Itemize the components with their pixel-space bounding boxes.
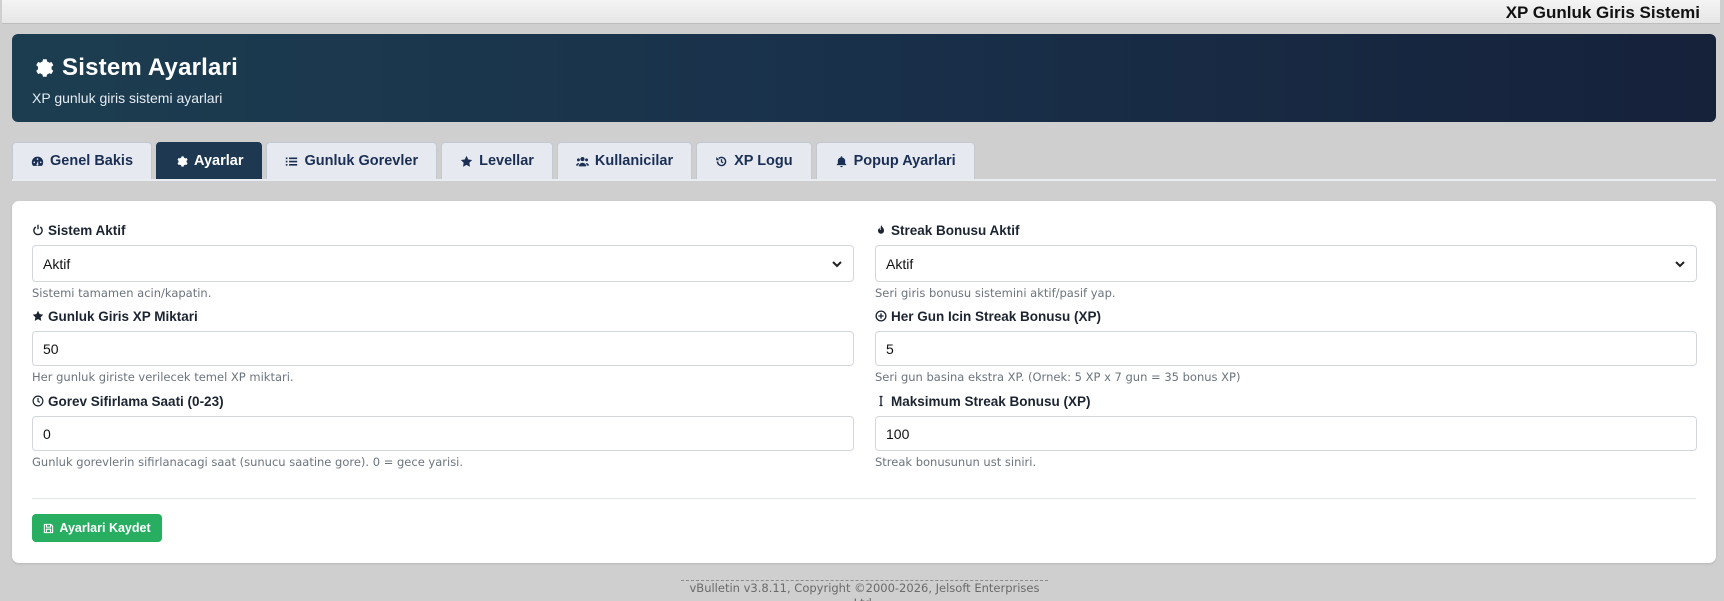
dashboard-icon [31,156,44,166]
chevron-down-icon [1675,260,1685,267]
chevron-down-icon [832,260,842,267]
page-title: Sistem Ayarlari [32,54,238,82]
field-label: Her Gun Icin Streak Bonusu (XP) [875,307,1697,325]
page-header: Sistem Ayarlari XP gunluk giris sistemi … [12,34,1716,122]
field-help: Seri gun basina ekstra XP. (Ornek: 5 XP … [875,370,1241,384]
tab-xp-logu[interactable]: XP Logu [696,142,812,179]
field-label: Sistem Aktif [32,221,854,239]
input-value: 0 [43,425,51,442]
tab-label: Kullanicilar [594,153,674,169]
maksimum-streak-bonusu-input[interactable]: 100 [875,416,1697,451]
save-settings-button[interactable]: Ayarlari Kaydet [32,514,162,542]
tab-label: Ayarlar [194,153,244,169]
sistem-aktif-select[interactable]: Aktif [32,245,854,282]
field-help: Seri giris bonusu sistemini aktif/pasif … [875,286,1116,300]
tab-label: Gunluk Gorevler [304,153,419,169]
tab-kullanicilar[interactable]: Kullanicilar [556,142,693,179]
window-title: XP Gunluk Giris Sistemi [1505,3,1700,22]
tab-label: Popup Ayarlari [853,153,956,169]
gorev-sifirlama-saati-input[interactable]: 0 [32,416,854,451]
select-value: Aktif [886,255,914,272]
field-help: Streak bonusunun ust siniri. [875,455,1037,469]
field-gunluk-giris-xp: Gunluk Giris XP Miktari 50 Her gunluk gi… [32,307,854,384]
power-icon [33,224,43,236]
field-help: Her gunluk giriste verilecek temel XP mi… [32,370,294,384]
tab-label: Genel Bakis [50,153,134,169]
top-bar: XP Gunluk Giris Sistemi [2,0,1720,24]
input-value: 5 [886,340,894,357]
tab-popup-ayarlari[interactable]: Popup Ayarlari [815,142,975,179]
tab-genel-bakis[interactable]: Genel Bakis [12,142,153,179]
settings-panel: Sistem Aktif Aktif Sistemi tamamen acin/… [12,201,1716,563]
star-icon [460,155,473,167]
field-label: Gorev Sifirlama Saati (0-23) [32,392,854,410]
list-icon [286,156,298,166]
save-button-label: Ayarlari Kaydet [59,521,151,535]
users-icon [575,156,589,166]
star-icon [32,310,44,321]
field-label: Streak Bonusu Aktif [875,221,1697,239]
field-help: Sistemi tamamen acin/kapatin. [32,286,212,300]
field-label: Gunluk Giris XP Miktari [32,307,854,325]
streak-bonusu-aktif-select[interactable]: Aktif [875,245,1697,282]
tab-levellar[interactable]: Levellar [441,142,553,179]
gunluk-giris-xp-input[interactable]: 50 [32,331,854,366]
footer-copyright: vBulletin v3.8.11, Copyright ©2000-2026,… [681,580,1048,601]
tab-label: XP Logu [734,153,793,169]
field-streak-bonus-per-day: Her Gun Icin Streak Bonusu (XP) 5 Seri g… [875,307,1697,384]
field-help: Gunluk gorevlerin sifirlanacagi saat (su… [32,455,464,469]
tab-ayarlar[interactable]: Ayarlar [156,142,263,179]
gear-icon [36,59,54,77]
text-cursor-icon [879,395,883,407]
field-maksimum-streak-bonusu: Maksimum Streak Bonusu (XP) 100 Streak b… [875,392,1697,469]
streak-bonus-per-day-input[interactable]: 5 [875,331,1697,366]
gear-icon [177,155,188,167]
tab-bar: Genel Bakis Ayarlar Gunluk Gorevler Leve… [12,142,975,180]
history-icon [716,156,727,166]
tab-label: Levellar [479,153,534,169]
bell-icon [836,155,847,167]
divider [32,498,1696,499]
input-value: 50 [43,340,59,357]
input-value: 100 [886,425,910,442]
clock-icon [32,395,44,407]
field-label: Maksimum Streak Bonusu (XP) [875,392,1697,410]
save-icon [44,523,54,533]
fire-icon [878,224,884,234]
field-gorev-sifirlama-saati: Gorev Sifirlama Saati (0-23) 0 Gunluk go… [32,392,854,469]
tab-gunluk-gorevler[interactable]: Gunluk Gorevler [266,142,438,179]
page-title-text: Sistem Ayarlari [62,54,238,81]
select-value: Aktif [43,255,71,272]
field-sistem-aktif: Sistem Aktif Aktif Sistemi tamamen acin/… [32,221,854,300]
tab-underline [12,179,1716,181]
field-streak-bonusu-aktif: Streak Bonusu Aktif Aktif Seri giris bon… [875,221,1697,300]
page-subtitle: XP gunluk giris sistemi ayarlari [32,90,223,106]
plus-circle-icon [875,310,887,322]
